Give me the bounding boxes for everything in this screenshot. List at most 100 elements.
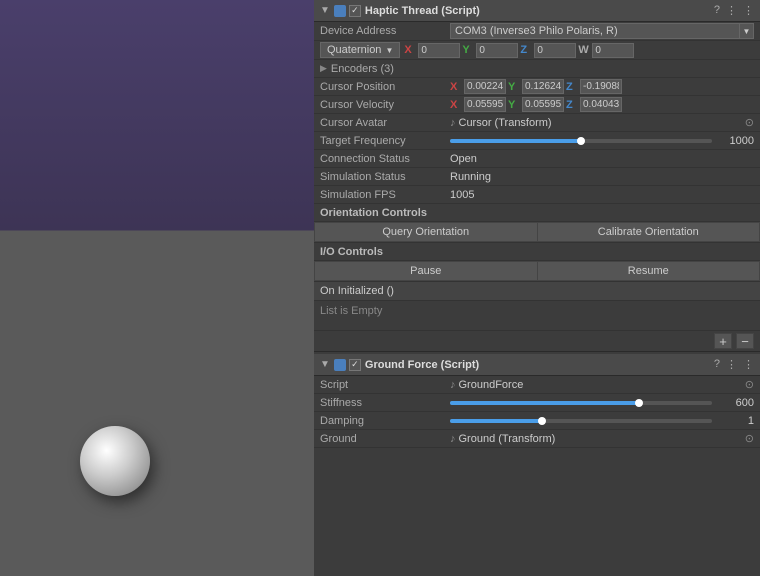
haptic-menu-icon[interactable]: ⋮ [743, 4, 754, 17]
quaternion-z-input[interactable] [534, 43, 576, 58]
ground-script-target-icon[interactable]: ⊙ [745, 378, 754, 391]
device-address-label: Device Address [320, 25, 450, 37]
damping-slider-track[interactable] [450, 419, 712, 423]
io-buttons-row: Pause Resume [314, 261, 760, 282]
on-initialized-label: On Initialized () [320, 285, 394, 297]
calibrate-orientation-button[interactable]: Calibrate Orientation [538, 222, 760, 242]
ground-enable-checkbox[interactable]: ✓ [349, 359, 361, 371]
ground-script-row: Script ♪ GroundForce ⊙ [314, 376, 760, 394]
resume-button[interactable]: Resume [538, 261, 760, 281]
quaternion-dropdown-arrow: ▼ [385, 46, 393, 55]
ground-help-icon[interactable]: ? [714, 358, 720, 371]
cursor-vel-y-input[interactable] [522, 97, 564, 112]
cursor-pos-x-label: X [450, 81, 462, 93]
haptic-header-icons: ? ⋮ ⋮ [714, 4, 754, 17]
ground-header-icons: ? ⋮ ⋮ [714, 358, 754, 371]
quaternion-x-input[interactable] [418, 43, 460, 58]
stiffness-label: Stiffness [320, 397, 450, 409]
ground-collapse-arrow[interactable]: ▼ [320, 359, 330, 370]
connection-status-label: Connection Status [320, 153, 450, 165]
remove-event-button[interactable]: − [736, 333, 754, 349]
on-initialized-body: List is Empty [314, 301, 760, 331]
haptic-enable-checkbox[interactable]: ✓ [349, 5, 361, 17]
damping-slider-thumb[interactable] [538, 417, 546, 425]
damping-slider-container: 1 [450, 415, 754, 427]
damping-slider-fill [450, 419, 542, 423]
ground-label: Ground [320, 433, 450, 445]
quaternion-dropdown[interactable]: Quaternion ▼ [320, 42, 400, 58]
simulation-fps-value: 1005 [450, 189, 754, 201]
device-address-row: Device Address COM3 (Inverse3 Philo Pola… [314, 22, 760, 41]
cursor-velocity-label: Cursor Velocity [320, 99, 450, 111]
on-initialized-footer: + − [314, 331, 760, 352]
cursor-pos-z-input[interactable] [580, 79, 622, 94]
stiffness-slider-thumb[interactable] [635, 399, 643, 407]
cursor-avatar-label: Cursor Avatar [320, 117, 450, 129]
cursor-pos-z-label: Z [566, 81, 578, 93]
target-frequency-slider-track[interactable] [450, 139, 712, 143]
cursor-pos-y-label: Y [508, 81, 520, 93]
quaternion-y-label: Y [462, 44, 474, 56]
simulation-status-value: Running [450, 171, 754, 183]
ground-target-icon[interactable]: ⊙ [745, 432, 754, 445]
device-address-field: COM3 (Inverse3 Philo Polaris, R) ▼ [450, 23, 754, 39]
stiffness-slider-fill [450, 401, 639, 405]
haptic-thread-title: Haptic Thread (Script) [365, 5, 714, 17]
cursor-avatar-target-icon[interactable]: ⊙ [745, 116, 754, 129]
cursor-vel-z-label: Z [566, 99, 578, 111]
simulation-status-label: Simulation Status [320, 171, 450, 183]
connection-status-row: Connection Status Open [314, 150, 760, 168]
cursor-velocity-fields: X Y Z [450, 97, 754, 112]
target-frequency-slider-container: 1000 [450, 135, 754, 147]
inspector-panel: ▼ ✓ Haptic Thread (Script) ? ⋮ ⋮ Device … [314, 0, 760, 576]
cursor-pos-y-input[interactable] [522, 79, 564, 94]
stiffness-row: Stiffness 600 [314, 394, 760, 412]
quaternion-z-label: Z [520, 44, 532, 56]
haptic-script-icon [334, 5, 346, 17]
cursor-pos-x-input[interactable] [464, 79, 506, 94]
quaternion-fields: X Y Z W [404, 43, 754, 58]
encoders-label: Encoders (3) [331, 63, 394, 75]
viewport [0, 0, 314, 576]
quaternion-y-input[interactable] [476, 43, 518, 58]
target-frequency-slider-thumb[interactable] [577, 137, 585, 145]
ground-script-value-container: ♪ GroundForce ⊙ [450, 378, 754, 391]
haptic-collapse-arrow[interactable]: ▼ [320, 5, 330, 16]
haptic-help-icon[interactable]: ? [714, 4, 720, 17]
orientation-buttons-row: Query Orientation Calibrate Orientation [314, 222, 760, 243]
cursor-position-label: Cursor Position [320, 81, 450, 93]
cursor-velocity-row: Cursor Velocity X Y Z [314, 96, 760, 114]
stiffness-slider-track[interactable] [450, 401, 712, 405]
cursor-vel-x-input[interactable] [464, 97, 506, 112]
pause-button[interactable]: Pause [314, 261, 538, 281]
simulation-fps-row: Simulation FPS 1005 [314, 186, 760, 204]
ground-script-icon-note: ♪ [450, 379, 456, 391]
io-controls-section: I/O Controls [314, 243, 760, 261]
target-frequency-label: Target Frequency [320, 135, 450, 147]
simulation-fps-label: Simulation FPS [320, 189, 450, 201]
ground-script-label: Script [320, 379, 450, 391]
stiffness-slider-container: 600 [450, 397, 754, 409]
encoders-row[interactable]: ▶ Encoders (3) [314, 60, 760, 78]
query-orientation-button[interactable]: Query Orientation [314, 222, 538, 242]
cursor-avatar-icon: ♪ [450, 117, 456, 129]
ground-menu-icon[interactable]: ⋮ [743, 358, 754, 371]
orientation-controls-title: Orientation Controls [320, 207, 427, 219]
sphere-object [80, 426, 150, 496]
cursor-avatar-row: Cursor Avatar ♪ Cursor (Transform) ⊙ [314, 114, 760, 132]
quaternion-w-input[interactable] [592, 43, 634, 58]
device-address-dropdown-arrow[interactable]: ▼ [740, 23, 754, 39]
list-empty-label: List is Empty [320, 305, 382, 317]
haptic-settings-icon[interactable]: ⋮ [726, 4, 737, 17]
cursor-vel-z-input[interactable] [580, 97, 622, 112]
target-frequency-value: 1000 [718, 135, 754, 147]
quaternion-w-label: W [578, 44, 590, 56]
quaternion-x-label: X [404, 44, 416, 56]
ground-transform-icon: ♪ [450, 433, 456, 445]
ground-settings-icon[interactable]: ⋮ [726, 358, 737, 371]
connection-status-value: Open [450, 153, 754, 165]
add-event-button[interactable]: + [714, 333, 732, 349]
io-controls-title: I/O Controls [320, 246, 383, 258]
target-frequency-row: Target Frequency 1000 [314, 132, 760, 150]
ground-force-title: Ground Force (Script) [365, 359, 714, 371]
